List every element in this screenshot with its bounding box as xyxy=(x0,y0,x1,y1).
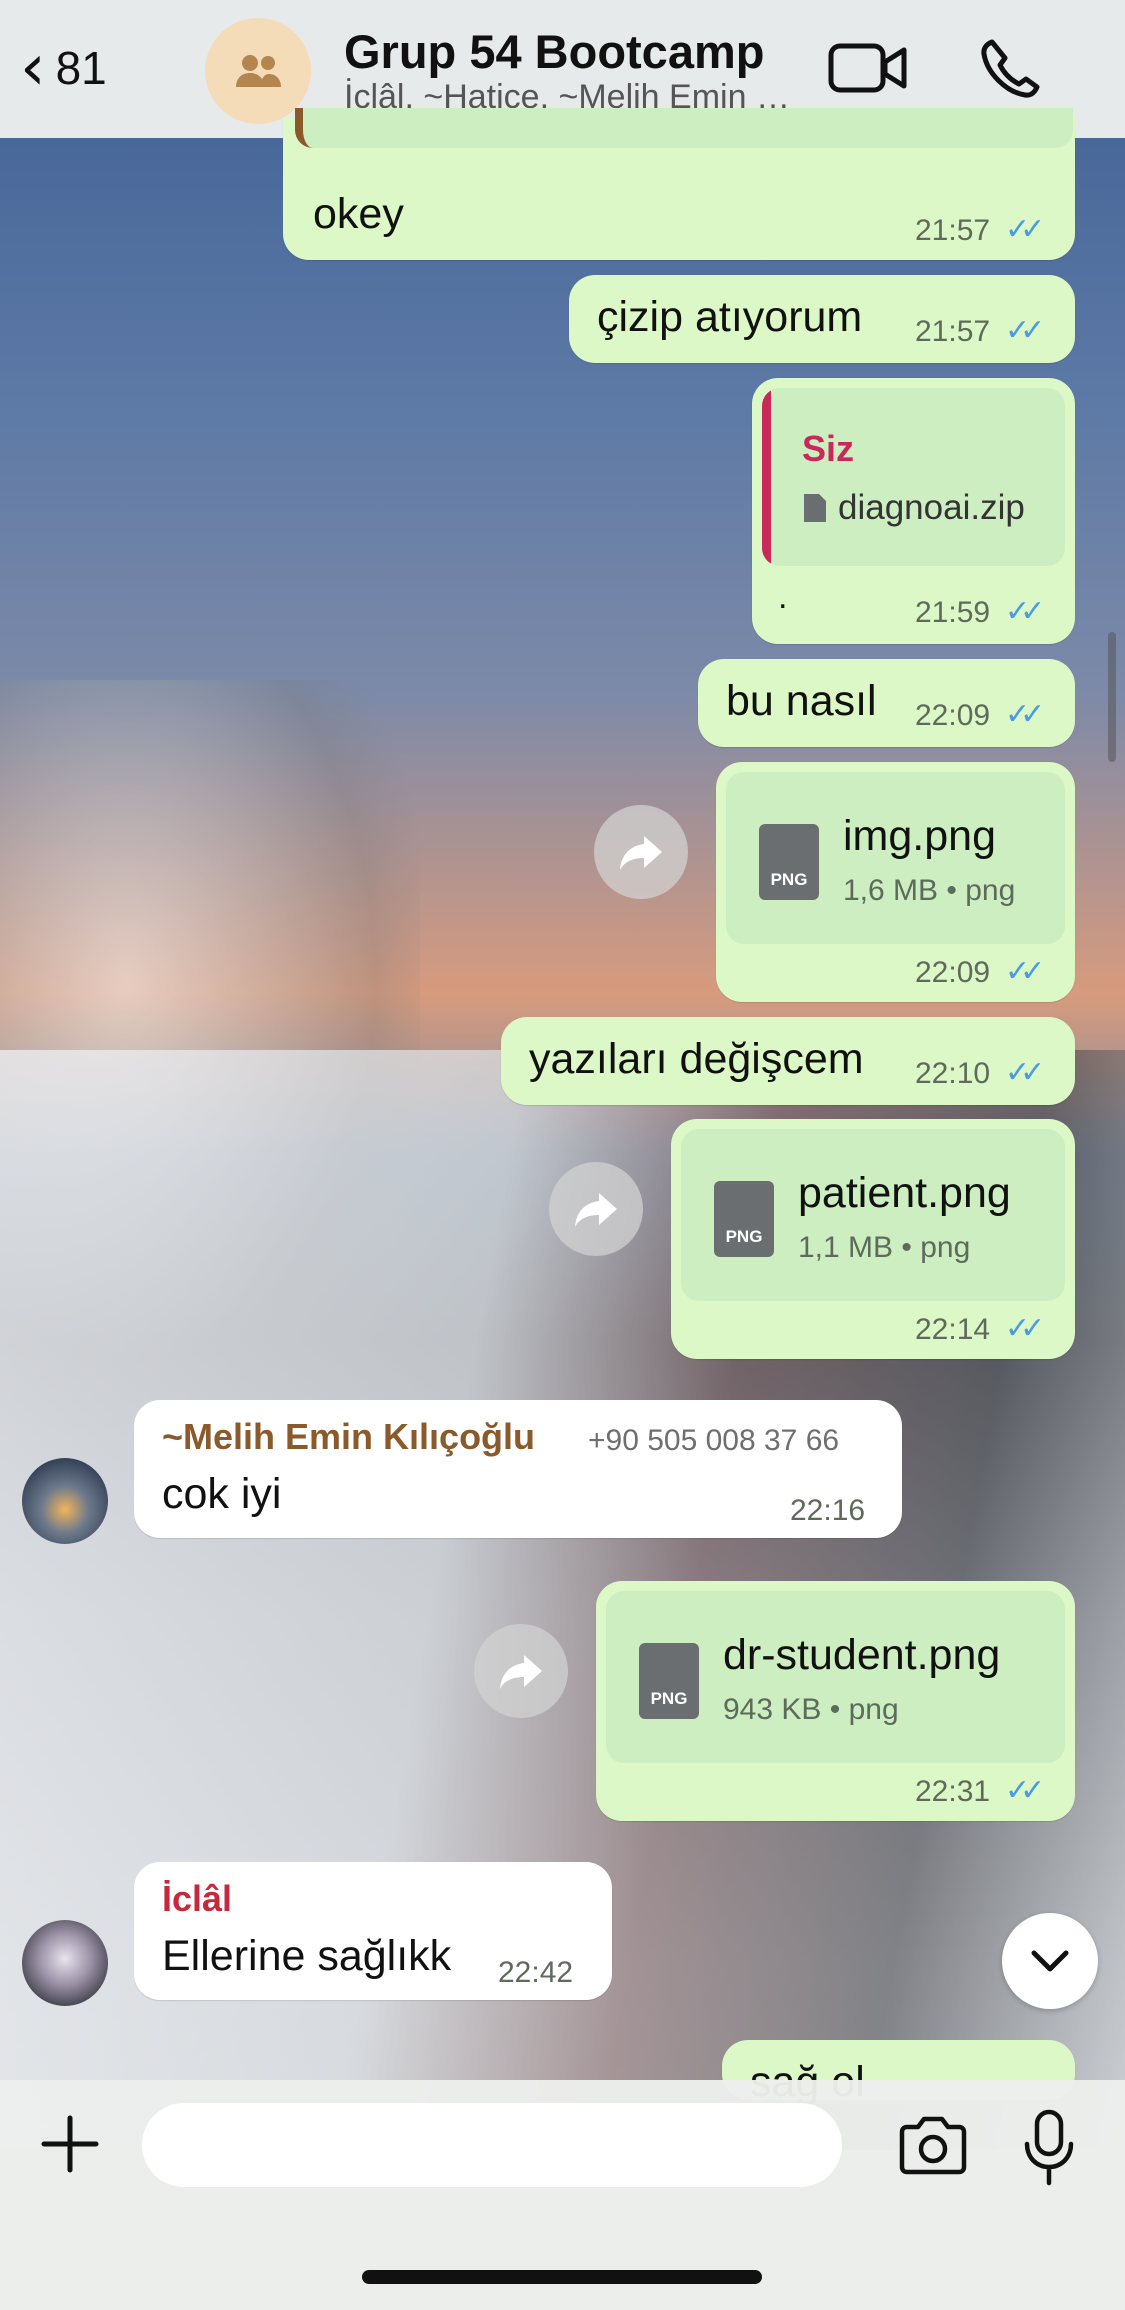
microphone-icon[interactable] xyxy=(1022,2108,1076,2191)
message-bubble[interactable]: okey 21:57 ✓✓ xyxy=(283,108,1075,260)
message-bubble[interactable]: çizip atıyorum 21:57 ✓✓ xyxy=(569,275,1075,363)
message-sender[interactable]: ~Melih Emin Kılıçoğlu xyxy=(162,1416,535,1458)
home-indicator xyxy=(362,2270,762,2284)
quoted-message xyxy=(295,108,1073,148)
file-meta: 943 KB • png xyxy=(723,1693,899,1726)
chat-title[interactable]: Grup 54 Bootcamp xyxy=(344,24,764,79)
forward-icon xyxy=(500,1655,542,1689)
message-text: okey xyxy=(313,190,404,238)
message-text: Ellerine sağlıkk xyxy=(162,1932,452,1980)
message-time: 22:31 xyxy=(915,1775,991,1808)
read-ticks-icon: ✓✓ xyxy=(1005,1774,1045,1807)
message-bubble[interactable]: ~Melih Emin Kılıçoğlu +90 505 008 37 66 … xyxy=(134,1400,902,1538)
message-bubble[interactable]: Siz diagnoai.zip . 21:59 ✓✓ xyxy=(752,378,1075,644)
read-ticks-icon: ✓✓ xyxy=(1005,955,1045,988)
file-message-bubble[interactable]: PNG img.png 1,6 MB • png 22:09 ✓✓ xyxy=(716,762,1075,1002)
message-time: 22:09 xyxy=(915,699,991,732)
message-time: 22:42 xyxy=(498,1956,574,1989)
read-ticks-icon: ✓✓ xyxy=(1005,213,1045,246)
message-text: cok iyi xyxy=(162,1470,282,1518)
scroll-to-bottom-button[interactable] xyxy=(1002,1913,1098,2009)
read-ticks-icon: ✓✓ xyxy=(1005,595,1045,628)
unread-count: 81 xyxy=(55,42,107,94)
quote-file: diagnoai.zip xyxy=(838,488,1025,527)
message-time: 21:59 xyxy=(915,596,991,629)
forward-icon xyxy=(620,836,662,870)
file-attachment[interactable]: PNG dr-student.png 943 KB • png xyxy=(606,1591,1065,1763)
message-time: 22:09 xyxy=(915,956,991,989)
plus-icon[interactable] xyxy=(38,2112,102,2181)
message-time: 21:57 xyxy=(915,214,991,247)
back-button[interactable]: ‹ 81 xyxy=(20,31,107,105)
forward-button[interactable] xyxy=(594,805,688,899)
document-icon: PNG xyxy=(714,1181,774,1257)
message-input[interactable] xyxy=(142,2103,842,2187)
forward-button[interactable] xyxy=(474,1624,568,1718)
document-icon: PNG xyxy=(759,824,819,900)
message-text: yazıları değişcem xyxy=(529,1035,864,1083)
message-sender[interactable]: İclâl xyxy=(162,1878,232,1920)
message-bubble[interactable]: bu nasıl 22:09 ✓✓ xyxy=(698,659,1075,747)
video-call-icon[interactable] xyxy=(828,40,908,101)
message-text: bu nasıl xyxy=(726,677,877,725)
camera-icon[interactable] xyxy=(896,2116,970,2181)
file-meta: 1,6 MB • png xyxy=(843,874,1016,907)
avatar[interactable] xyxy=(22,1920,108,2006)
file-meta: 1,1 MB • png xyxy=(798,1231,971,1264)
document-icon xyxy=(802,492,828,524)
file-name: patient.png xyxy=(798,1169,1011,1217)
quoted-message[interactable]: Siz diagnoai.zip xyxy=(762,388,1065,566)
message-time: 22:16 xyxy=(790,1494,866,1527)
message-bubble[interactable]: İclâl Ellerine sağlıkk 22:42 xyxy=(134,1862,612,2000)
message-bubble[interactable]: yazıları değişcem 22:10 ✓✓ xyxy=(501,1017,1075,1105)
file-name: dr-student.png xyxy=(723,1631,1001,1679)
forward-button[interactable] xyxy=(549,1162,643,1256)
file-message-bubble[interactable]: PNG patient.png 1,1 MB • png 22:14 ✓✓ xyxy=(671,1119,1075,1359)
message-time: 22:10 xyxy=(915,1057,991,1090)
file-attachment[interactable]: PNG patient.png 1,1 MB • png xyxy=(681,1129,1065,1301)
read-ticks-icon: ✓✓ xyxy=(1005,1312,1045,1345)
sender-phone: +90 505 008 37 66 xyxy=(588,1424,840,1457)
read-ticks-icon: ✓✓ xyxy=(1005,698,1045,731)
file-name: img.png xyxy=(843,812,996,860)
phone-call-icon[interactable] xyxy=(978,36,1042,105)
message-time: 22:14 xyxy=(915,1313,991,1346)
file-message-bubble[interactable]: PNG dr-student.png 943 KB • png 22:31 ✓✓ xyxy=(596,1581,1075,1821)
message-text: çizip atıyorum xyxy=(597,293,863,341)
message-time: 21:57 xyxy=(915,315,991,348)
document-icon: PNG xyxy=(639,1643,699,1719)
chevron-down-icon xyxy=(1031,1950,1069,1972)
quote-sender: Siz xyxy=(802,428,855,469)
read-ticks-icon: ✓✓ xyxy=(1005,314,1045,347)
message-text: . xyxy=(778,578,788,616)
read-ticks-icon: ✓✓ xyxy=(1005,1056,1045,1089)
scrollbar[interactable] xyxy=(1108,632,1116,762)
file-attachment[interactable]: PNG img.png 1,6 MB • png xyxy=(726,772,1065,944)
avatar[interactable] xyxy=(22,1458,108,1544)
forward-icon xyxy=(575,1193,617,1227)
back-chevron-icon: ‹ xyxy=(20,31,46,105)
